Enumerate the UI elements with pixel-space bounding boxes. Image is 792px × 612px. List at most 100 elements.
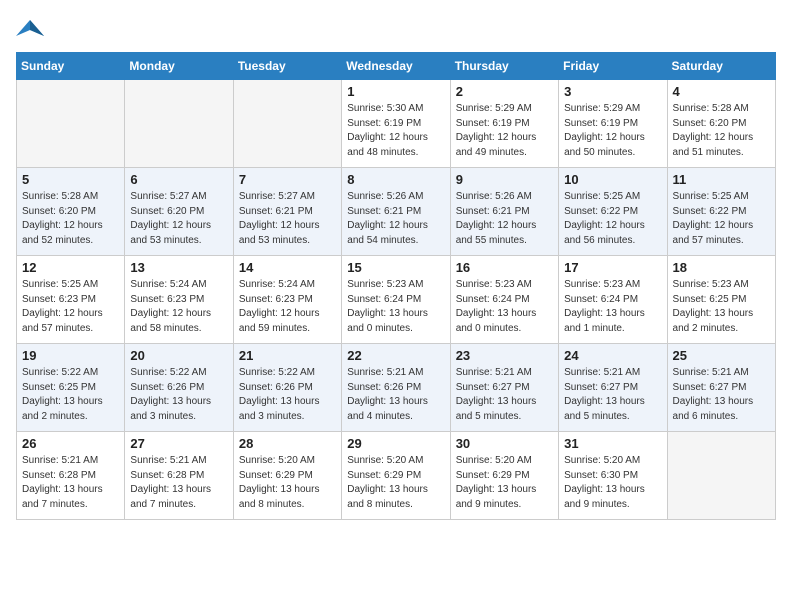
calendar-week-row: 12 Sunrise: 5:25 AM Sunset: 6:23 PM Dayli… — [17, 256, 776, 344]
calendar-day-cell: 8 Sunrise: 5:26 AM Sunset: 6:21 PM Daylig… — [342, 168, 450, 256]
day-info: Sunrise: 5:22 AM Sunset: 6:26 PM Dayligh… — [239, 366, 336, 424]
calendar-day-cell: 29 Sunrise: 5:20 AM Sunset: 6:29 PM Dayli… — [342, 432, 450, 520]
day-number: 23 — [456, 348, 553, 363]
header-row: SundayMondayTuesdayWednesdayThursdayFrid… — [17, 53, 776, 80]
calendar-day-cell: 26Sunrise: 5:21 AM Sunset: 6:28 PM Dayli… — [17, 432, 125, 520]
day-number: 17 — [564, 260, 661, 275]
calendar-header: SundayMondayTuesdayWednesdayThursdayFrid… — [17, 53, 776, 80]
day-of-week-header: Thursday — [450, 53, 558, 80]
day-number: 5 — [22, 172, 119, 187]
calendar-day-cell: 6 Sunrise: 5:27 AM Sunset: 6:20 PM Daylig… — [125, 168, 233, 256]
calendar-day-cell: 24 Sunrise: 5:21 AM Sunset: 6:27 PM Dayli… — [559, 344, 667, 432]
day-number: 12 — [22, 260, 119, 275]
day-info: Sunrise: 5:21 AM Sunset: 6:28 PM Dayligh… — [130, 454, 227, 512]
calendar-day-cell: 7 Sunrise: 5:27 AM Sunset: 6:21 PM Daylig… — [233, 168, 341, 256]
day-number: 3 — [564, 84, 661, 99]
calendar-day-cell: 12 Sunrise: 5:25 AM Sunset: 6:23 PM Dayli… — [17, 256, 125, 344]
day-info: Sunrise: 5:25 AM Sunset: 6:22 PM Dayligh… — [564, 190, 661, 248]
day-info: Sunrise: 5:21 AM Sunset: 6:26 PM Dayligh… — [347, 366, 444, 424]
calendar-day-cell: 21 Sunrise: 5:22 AM Sunset: 6:26 PM Dayli… — [233, 344, 341, 432]
calendar-day-cell: 31 Sunrise: 5:20 AM Sunset: 6:30 PM Dayli… — [559, 432, 667, 520]
day-info: Sunrise: 5:21 AM Sunset: 6:28 PM Dayligh… — [22, 454, 119, 512]
day-number: 31 — [564, 436, 661, 451]
calendar-day-cell: 25Sunrise: 5:21 AM Sunset: 6:27 PM Dayli… — [667, 344, 775, 432]
day-info: Sunrise: 5:21 AM Sunset: 6:27 PM Dayligh… — [456, 366, 553, 424]
day-number: 21 — [239, 348, 336, 363]
day-info: Sunrise: 5:24 AM Sunset: 6:23 PM Dayligh… — [239, 278, 336, 336]
day-number: 27 — [130, 436, 227, 451]
logo-icon — [16, 16, 44, 40]
day-info: Sunrise: 5:23 AM Sunset: 6:24 PM Dayligh… — [564, 278, 661, 336]
day-info: Sunrise: 5:20 AM Sunset: 6:29 PM Dayligh… — [456, 454, 553, 512]
calendar-day-cell: 23 Sunrise: 5:21 AM Sunset: 6:27 PM Dayli… — [450, 344, 558, 432]
calendar-week-row: 19 Sunrise: 5:22 AM Sunset: 6:25 PM Dayli… — [17, 344, 776, 432]
day-number: 24 — [564, 348, 661, 363]
day-info: Sunrise: 5:21 AM Sunset: 6:27 PM Dayligh… — [564, 366, 661, 424]
calendar-day-cell — [233, 80, 341, 168]
calendar-table: SundayMondayTuesdayWednesdayThursdayFrid… — [16, 52, 776, 520]
day-number: 4 — [673, 84, 770, 99]
day-info: Sunrise: 5:22 AM Sunset: 6:26 PM Dayligh… — [130, 366, 227, 424]
day-info: Sunrise: 5:24 AM Sunset: 6:23 PM Dayligh… — [130, 278, 227, 336]
day-of-week-header: Tuesday — [233, 53, 341, 80]
day-number: 8 — [347, 172, 444, 187]
calendar-day-cell: 19 Sunrise: 5:22 AM Sunset: 6:25 PM Dayli… — [17, 344, 125, 432]
calendar-day-cell: 5 Sunrise: 5:28 AM Sunset: 6:20 PM Daylig… — [17, 168, 125, 256]
day-info: Sunrise: 5:28 AM Sunset: 6:20 PM Dayligh… — [22, 190, 119, 248]
day-info: Sunrise: 5:28 AM Sunset: 6:20 PM Dayligh… — [673, 102, 770, 160]
calendar-day-cell: 16 Sunrise: 5:23 AM Sunset: 6:24 PM Dayli… — [450, 256, 558, 344]
day-info: Sunrise: 5:27 AM Sunset: 6:20 PM Dayligh… — [130, 190, 227, 248]
day-number: 13 — [130, 260, 227, 275]
calendar-week-row: 5 Sunrise: 5:28 AM Sunset: 6:20 PM Daylig… — [17, 168, 776, 256]
day-of-week-header: Monday — [125, 53, 233, 80]
day-info: Sunrise: 5:25 AM Sunset: 6:22 PM Dayligh… — [673, 190, 770, 248]
day-number: 9 — [456, 172, 553, 187]
day-info: Sunrise: 5:23 AM Sunset: 6:25 PM Dayligh… — [673, 278, 770, 336]
calendar-day-cell: 22 Sunrise: 5:21 AM Sunset: 6:26 PM Dayli… — [342, 344, 450, 432]
calendar-day-cell: 20 Sunrise: 5:22 AM Sunset: 6:26 PM Dayli… — [125, 344, 233, 432]
calendar-day-cell: 30Sunrise: 5:20 AM Sunset: 6:29 PM Dayli… — [450, 432, 558, 520]
day-number: 11 — [673, 172, 770, 187]
day-info: Sunrise: 5:20 AM Sunset: 6:30 PM Dayligh… — [564, 454, 661, 512]
calendar-day-cell — [125, 80, 233, 168]
day-number: 19 — [22, 348, 119, 363]
day-info: Sunrise: 5:27 AM Sunset: 6:21 PM Dayligh… — [239, 190, 336, 248]
calendar-day-cell: 14Sunrise: 5:24 AM Sunset: 6:23 PM Dayli… — [233, 256, 341, 344]
day-info: Sunrise: 5:23 AM Sunset: 6:24 PM Dayligh… — [456, 278, 553, 336]
calendar-day-cell: 15Sunrise: 5:23 AM Sunset: 6:24 PM Dayli… — [342, 256, 450, 344]
calendar-day-cell — [667, 432, 775, 520]
calendar-day-cell: 10 Sunrise: 5:25 AM Sunset: 6:22 PM Dayli… — [559, 168, 667, 256]
day-number: 6 — [130, 172, 227, 187]
calendar-day-cell: 13 Sunrise: 5:24 AM Sunset: 6:23 PM Dayli… — [125, 256, 233, 344]
day-number: 16 — [456, 260, 553, 275]
day-number: 2 — [456, 84, 553, 99]
calendar-day-cell: 18 Sunrise: 5:23 AM Sunset: 6:25 PM Dayli… — [667, 256, 775, 344]
day-info: Sunrise: 5:20 AM Sunset: 6:29 PM Dayligh… — [239, 454, 336, 512]
day-number: 28 — [239, 436, 336, 451]
calendar-day-cell: 27 Sunrise: 5:21 AM Sunset: 6:28 PM Dayli… — [125, 432, 233, 520]
day-number: 15 — [347, 260, 444, 275]
calendar-day-cell: 17 Sunrise: 5:23 AM Sunset: 6:24 PM Dayli… — [559, 256, 667, 344]
calendar-day-cell: 3Sunrise: 5:29 AM Sunset: 6:19 PM Daylig… — [559, 80, 667, 168]
day-info: Sunrise: 5:25 AM Sunset: 6:23 PM Dayligh… — [22, 278, 119, 336]
day-info: Sunrise: 5:30 AM Sunset: 6:19 PM Dayligh… — [347, 102, 444, 160]
day-number: 10 — [564, 172, 661, 187]
calendar-week-row: 26Sunrise: 5:21 AM Sunset: 6:28 PM Dayli… — [17, 432, 776, 520]
day-info: Sunrise: 5:20 AM Sunset: 6:29 PM Dayligh… — [347, 454, 444, 512]
day-info: Sunrise: 5:21 AM Sunset: 6:27 PM Dayligh… — [673, 366, 770, 424]
calendar-day-cell: 11 Sunrise: 5:25 AM Sunset: 6:22 PM Dayli… — [667, 168, 775, 256]
day-info: Sunrise: 5:26 AM Sunset: 6:21 PM Dayligh… — [347, 190, 444, 248]
day-number: 1 — [347, 84, 444, 99]
calendar-day-cell: 28 Sunrise: 5:20 AM Sunset: 6:29 PM Dayli… — [233, 432, 341, 520]
day-number: 18 — [673, 260, 770, 275]
calendar-body: 1 Sunrise: 5:30 AM Sunset: 6:19 PM Daylig… — [17, 80, 776, 520]
day-info: Sunrise: 5:22 AM Sunset: 6:25 PM Dayligh… — [22, 366, 119, 424]
day-number: 22 — [347, 348, 444, 363]
calendar-day-cell: 1 Sunrise: 5:30 AM Sunset: 6:19 PM Daylig… — [342, 80, 450, 168]
page-header — [16, 16, 776, 40]
day-number: 20 — [130, 348, 227, 363]
calendar-day-cell: 2Sunrise: 5:29 AM Sunset: 6:19 PM Daylig… — [450, 80, 558, 168]
day-number: 7 — [239, 172, 336, 187]
day-number: 29 — [347, 436, 444, 451]
calendar-week-row: 1 Sunrise: 5:30 AM Sunset: 6:19 PM Daylig… — [17, 80, 776, 168]
